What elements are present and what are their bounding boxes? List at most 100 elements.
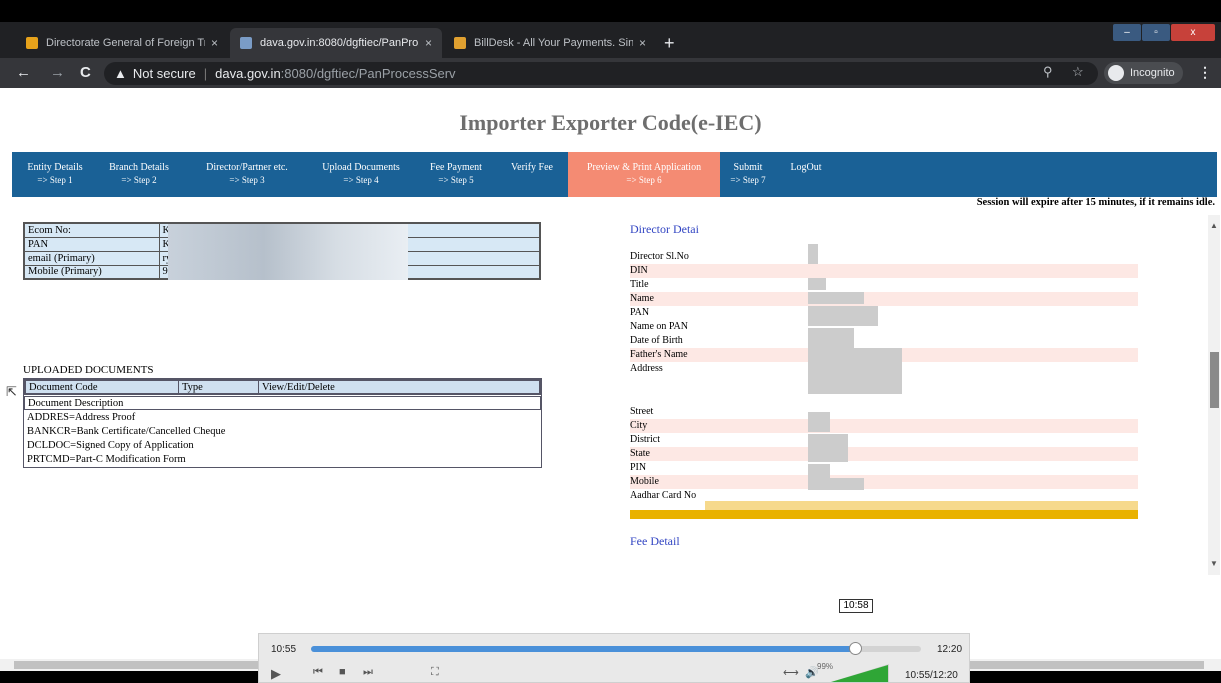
- reload-icon[interactable]: C: [80, 64, 91, 82]
- nav-label: Preview & Print Application: [586, 162, 702, 173]
- incognito-label: Incognito: [1130, 67, 1175, 79]
- play-icon[interactable]: ▶: [271, 666, 281, 682]
- table-row: Mobile (Primary)91: [23, 264, 541, 280]
- redacted-block: [808, 348, 902, 394]
- forward-arrow-icon[interactable]: →: [50, 64, 65, 82]
- field-label: Director Sl.No: [630, 251, 689, 262]
- top-black-strip: [0, 0, 1221, 22]
- field-label: PIN: [630, 462, 647, 473]
- table-row: Ecom No: K: [23, 222, 541, 238]
- nav-label: Verify Fee: [511, 162, 553, 173]
- security-label[interactable]: Not secure: [133, 66, 196, 81]
- close-window-icon[interactable]: x: [1171, 24, 1215, 41]
- incognito-badge[interactable]: Incognito: [1104, 62, 1183, 84]
- zoom-icon[interactable]: ⚲: [1043, 64, 1053, 80]
- close-tab-icon[interactable]: ×: [425, 36, 432, 50]
- time-readout: 10:55/12:20: [905, 670, 958, 681]
- nav-logout[interactable]: LogOut: [784, 152, 828, 197]
- seek-knob[interactable]: [849, 642, 863, 655]
- field-label: State: [630, 448, 650, 459]
- back-arrow-icon[interactable]: ←: [16, 64, 31, 82]
- nav-preview-print[interactable]: Preview & Print Application => Step 6: [568, 152, 720, 197]
- close-tab-icon[interactable]: ×: [639, 36, 646, 50]
- redacted-block: [808, 278, 826, 290]
- stop-icon[interactable]: ■: [339, 666, 346, 678]
- close-tab-icon[interactable]: ×: [211, 36, 218, 50]
- tab-billdesk[interactable]: BillDesk - All Your Payments. Sin ×: [444, 28, 656, 58]
- scrollbar-thumb[interactable]: [1210, 352, 1219, 408]
- director-details-title: Director Detai: [630, 222, 699, 236]
- nav-step: => Step 2: [121, 175, 157, 185]
- scroll-up-arrow-icon[interactable]: ▲: [1210, 221, 1218, 230]
- fullscreen-icon[interactable]: ⛶: [431, 666, 439, 679]
- redacted-block: [808, 306, 878, 326]
- applicant-info-table: Ecom No:K PANK email (Primary)ry Mobile …: [23, 222, 541, 280]
- field-row: Name on PAN: [630, 320, 1138, 334]
- seek-bar[interactable]: [311, 642, 921, 655]
- previous-icon[interactable]: ⏮: [313, 666, 323, 679]
- list-item: ADDRES=Address Proof: [27, 412, 136, 423]
- url-host: dava.gov.in: [215, 66, 281, 81]
- separator: |: [203, 66, 208, 81]
- tab-dgft[interactable]: Directorate General of Foreign Tr ×: [16, 28, 228, 58]
- url-path: :8080/dgftiec/PanProcessServ: [280, 66, 456, 81]
- redacted-block: [808, 412, 830, 432]
- redacted-block: [167, 251, 408, 266]
- field-row: DIN: [630, 264, 1138, 278]
- nav-fee-payment[interactable]: Fee Payment => Step 5: [422, 152, 490, 197]
- aspect-ratio-icon[interactable]: ⟷: [783, 666, 799, 679]
- tab-label: Directorate General of Foreign Tr: [46, 37, 205, 49]
- nav-submit[interactable]: Submit => Step 7: [728, 152, 768, 197]
- billdesk-favicon-icon: [454, 37, 466, 49]
- chrome-menu-icon[interactable]: ⋮: [1198, 64, 1212, 81]
- vertical-scrollbar[interactable]: ▲ ▼: [1208, 215, 1220, 575]
- nav-branch-details[interactable]: Branch Details => Step 2: [104, 152, 174, 197]
- bookmark-star-icon[interactable]: ☆: [1072, 64, 1084, 80]
- minimize-icon[interactable]: –: [1113, 24, 1141, 41]
- step-navbar: Entity Details => Step 1 Branch Details =>…: [12, 152, 1217, 197]
- field-label: Address: [630, 363, 663, 374]
- redacted-block: [167, 265, 408, 280]
- nav-label: Director/Partner etc.: [206, 162, 288, 173]
- nav-upload-documents[interactable]: Upload Documents => Step 4: [314, 152, 408, 197]
- nav-label: Entity Details: [27, 162, 83, 173]
- tab-label: BillDesk - All Your Payments. Sin: [474, 37, 633, 49]
- header-type: Type: [179, 381, 259, 393]
- nav-step: => Step 7: [730, 175, 766, 185]
- volume-slider[interactable]: [831, 664, 889, 682]
- incognito-icon: [1108, 65, 1124, 81]
- field-row: State: [630, 447, 1138, 461]
- nav-entity-details[interactable]: Entity Details => Step 1: [20, 152, 90, 197]
- field-row: Director Sl.No: [630, 250, 1138, 264]
- nav-verify-fee[interactable]: Verify Fee: [504, 152, 560, 197]
- dgft-favicon-icon: [26, 37, 38, 49]
- new-tab-icon[interactable]: +: [664, 34, 675, 52]
- maximize-icon[interactable]: ▫: [1142, 24, 1170, 41]
- next-icon[interactable]: ⏭: [363, 666, 373, 679]
- header-document-description: Document Description: [24, 396, 541, 410]
- field-label: City: [630, 420, 648, 431]
- nav-label: Upload Documents: [322, 162, 400, 173]
- current-time: 10:55: [271, 644, 297, 655]
- nav-label: Fee Payment: [430, 162, 482, 173]
- tab-bar: Directorate General of Foreign Tr × dava…: [0, 22, 1221, 58]
- field-row: Street: [630, 405, 1138, 419]
- nav-director-partner[interactable]: Director/Partner etc. => Step 3: [198, 152, 296, 197]
- scroll-down-arrow-icon[interactable]: ▼: [1210, 559, 1218, 568]
- tab-dava[interactable]: dava.gov.in:8080/dgftiec/PanPro ×: [230, 28, 442, 58]
- nav-label: Submit: [733, 162, 763, 173]
- nav-label: LogOut: [790, 162, 822, 173]
- video-player-controls: 10:55 12:20 ▶ ⏮ ■ ⏭ ⛶ ⟷ 🔊 99% 10:55/12:2…: [258, 633, 970, 683]
- field-label: Father's Name: [630, 349, 688, 360]
- window-controls: – ▫ x: [1112, 24, 1215, 41]
- omnibox[interactable]: ▲ Not secure | dava.gov.in:8080/dgftiec/…: [104, 62, 1098, 85]
- table-row: PAN K: [23, 236, 541, 252]
- header-document-code: Document Code: [26, 381, 179, 393]
- field-label: Mobile: [630, 476, 659, 487]
- field-row: PIN: [630, 461, 1138, 475]
- field-label: Title: [630, 279, 649, 290]
- warning-icon: ▲: [114, 66, 127, 81]
- uploaded-documents-title: UPLOADED DOCUMENTS: [23, 364, 154, 376]
- fee-detail-title: Fee Detail: [630, 534, 680, 548]
- nav-label: Branch Details: [109, 162, 169, 173]
